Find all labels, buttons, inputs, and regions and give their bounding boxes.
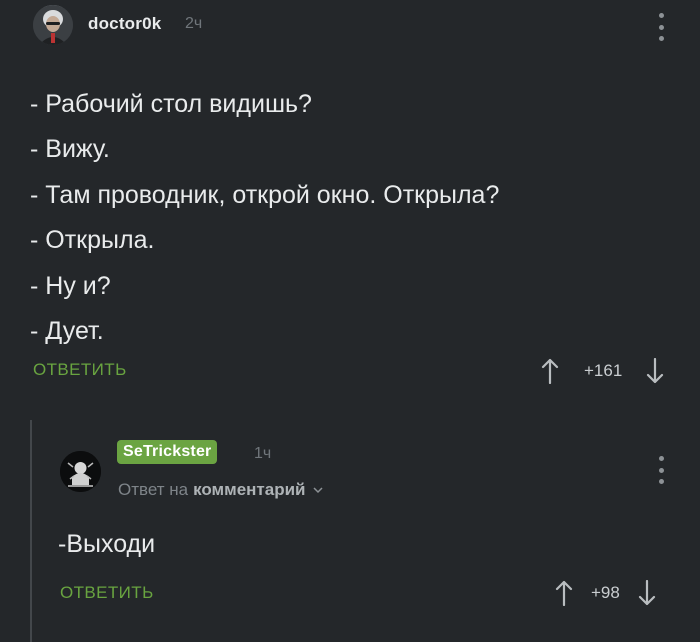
menu-dot	[658, 467, 664, 473]
comment-time: 2ч	[185, 15, 203, 32]
reply-to-prefix: Ответ на	[118, 480, 189, 499]
comment-score: +161	[584, 361, 623, 380]
reply-button[interactable]: ОТВЕТИТЬ	[33, 360, 127, 380]
arrow-down-icon[interactable]	[638, 580, 656, 606]
more-vertical-icon[interactable]	[657, 13, 665, 41]
reply-time: 1ч	[254, 445, 272, 462]
thread-line[interactable]	[30, 420, 32, 642]
vote-controls: +161	[541, 358, 664, 384]
comment-line: - Открыла.	[30, 226, 155, 255]
avatar[interactable]	[60, 451, 101, 492]
comment-author[interactable]: doctor0k	[88, 14, 161, 34]
menu-dot	[658, 13, 664, 18]
comment-body: - Рабочий стол видишь? - Вижу. - Там про…	[30, 82, 499, 354]
menu-dot	[658, 36, 664, 41]
comment-line: - Вижу.	[30, 135, 110, 164]
menu-dot	[658, 24, 664, 30]
comment-line: - Ну и?	[30, 271, 111, 300]
arrow-up-icon[interactable]	[555, 580, 573, 606]
comment-line: - Там проводник, открой окно. Открыла?	[30, 180, 500, 209]
comment-line: - Рабочий стол видишь?	[30, 90, 312, 118]
reply-to-link[interactable]: Ответ на комментарий	[118, 480, 324, 500]
reply-button[interactable]: ОТВЕТИТЬ	[60, 583, 154, 603]
reply-score: +98	[591, 583, 620, 602]
vote-controls: +98	[555, 580, 656, 606]
reply-to-target: комментарий	[193, 480, 306, 499]
more-vertical-icon[interactable]	[657, 456, 665, 484]
avatar-image	[60, 451, 101, 492]
chevron-down-icon	[312, 484, 324, 496]
arrow-up-icon[interactable]	[541, 358, 559, 384]
reply-body: -Выходи	[58, 530, 156, 558]
menu-dot	[658, 456, 664, 461]
avatar-image	[33, 5, 73, 45]
comment-line: - Дует.	[30, 317, 104, 346]
reply-author[interactable]: SeTrickster	[117, 440, 218, 464]
arrow-down-icon[interactable]	[646, 358, 664, 384]
menu-dot	[658, 479, 664, 484]
avatar[interactable]	[33, 5, 73, 45]
